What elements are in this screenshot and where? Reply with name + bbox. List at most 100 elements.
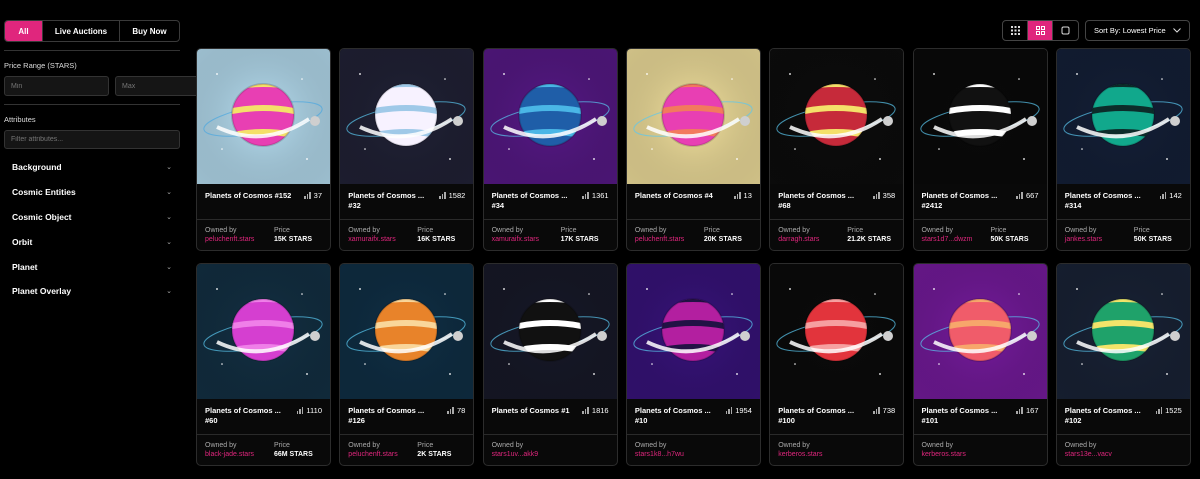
nft-card[interactable]: Planets of Cosmos ... #126 78 Owned by p… bbox=[339, 263, 475, 466]
view-count-value: 1816 bbox=[591, 406, 609, 415]
nft-ownership: Owned by stars1uv...akk9 bbox=[484, 435, 617, 465]
sort-dropdown[interactable]: Sort By: Lowest Price bbox=[1085, 20, 1190, 41]
nft-artwork bbox=[913, 49, 1047, 184]
owned-by-label: Owned by bbox=[1064, 442, 1097, 449]
large-grid-view-button[interactable] bbox=[1028, 21, 1053, 40]
planet-artwork-image bbox=[770, 49, 904, 184]
nft-number: #2412 bbox=[921, 201, 943, 210]
owner-link[interactable]: stars1k8...h7wu bbox=[635, 451, 684, 458]
nft-card[interactable]: Planets of Cosmos ... #2412 667 Owned by… bbox=[912, 48, 1048, 251]
owner-link[interactable]: darragh.stars bbox=[778, 236, 819, 243]
attribute-planet-overlay[interactable]: Planet Overlay ⌄ bbox=[4, 279, 180, 304]
price-value: 21.2K STARS bbox=[847, 236, 892, 243]
view-count-value: 142 bbox=[1169, 191, 1182, 200]
planet-artwork-image bbox=[483, 264, 617, 399]
nft-card[interactable]: Planets of Cosmos ... #60 1110 Owned by … bbox=[196, 263, 331, 466]
owned-by-label: Owned by bbox=[348, 227, 380, 234]
nft-name: Planets of Cosmos #1 bbox=[491, 406, 570, 415]
price-range-label: Price Range (STARS) bbox=[4, 61, 77, 70]
nft-number: #68 bbox=[778, 201, 791, 210]
stats-bars-icon bbox=[304, 192, 311, 199]
price-label: Price bbox=[274, 227, 290, 234]
owner-link[interactable]: peluchenft.stars bbox=[205, 236, 254, 243]
nft-card[interactable]: Planets of Cosmos ... #10 1954 Owned by … bbox=[625, 263, 761, 466]
nft-name: Planets of Cosmos ... bbox=[634, 406, 711, 415]
nft-name: Planets of Cosmos #152 bbox=[205, 191, 292, 200]
owner-link[interactable]: jankes.stars bbox=[1065, 236, 1102, 243]
nft-info: Planets of Cosmos ... #100 738 bbox=[770, 399, 904, 435]
owner-link[interactable]: xamuraifx.stars bbox=[492, 236, 539, 243]
view-count: 13 bbox=[734, 191, 752, 200]
planet-artwork-image bbox=[1056, 49, 1190, 184]
owner-link[interactable]: stars1uv...akk9 bbox=[492, 451, 539, 458]
nft-number: #60 bbox=[205, 416, 218, 425]
nft-card[interactable]: Planets of Cosmos ... #101 167 Owned by … bbox=[912, 263, 1048, 466]
view-count-value: 1110 bbox=[306, 406, 322, 415]
price-min-input[interactable] bbox=[4, 76, 109, 96]
attribute-cosmic-object[interactable]: Cosmic Object ⌄ bbox=[4, 205, 180, 230]
planet-artwork-image bbox=[913, 49, 1047, 184]
small-grid-view-button[interactable] bbox=[1003, 21, 1028, 40]
chevron-down-icon bbox=[1173, 28, 1181, 33]
owner-link[interactable]: black-jade.stars bbox=[205, 451, 254, 458]
attribute-list: Background ⌄ Cosmic Entities ⌄ Cosmic Obje… bbox=[4, 155, 180, 304]
nft-card[interactable]: Planets of Cosmos ... #68 358 Owned by d… bbox=[769, 48, 905, 251]
tab-live-auctions[interactable]: Live Auctions bbox=[43, 21, 120, 41]
chevron-down-icon: ⌄ bbox=[166, 238, 172, 246]
nft-number: #101 bbox=[921, 416, 939, 425]
owner-link[interactable]: kerberos.stars bbox=[778, 451, 822, 458]
stats-bars-icon bbox=[296, 407, 304, 414]
owner-link[interactable]: peluchenft.stars bbox=[635, 236, 684, 243]
nft-info: Planets of Cosmos #4 13 bbox=[626, 184, 760, 220]
attribute-label: Cosmic Entities bbox=[12, 187, 76, 198]
nft-card[interactable]: Planets of Cosmos ... #34 1361 Owned by … bbox=[482, 48, 618, 251]
owner-link[interactable]: stars1d7...dwzm bbox=[922, 236, 973, 243]
view-count-value: 78 bbox=[456, 406, 466, 415]
attribute-label: Background bbox=[12, 162, 62, 173]
price-label: Price bbox=[274, 442, 290, 449]
nft-info: Planets of Cosmos #152 37 bbox=[197, 184, 330, 220]
owner-link[interactable]: peluchenft.stars bbox=[348, 451, 397, 458]
nft-card[interactable]: Planets of Cosmos ... #314 142 Owned by … bbox=[1055, 48, 1191, 251]
attribute-background[interactable]: Background ⌄ bbox=[4, 155, 180, 180]
nft-name: Planets of Cosmos ... bbox=[921, 191, 998, 200]
planet-artwork-image bbox=[340, 264, 474, 399]
planet-artwork-image bbox=[626, 49, 760, 184]
planet-artwork-image bbox=[197, 49, 330, 184]
owned-by-label: Owned by bbox=[634, 442, 667, 449]
tab-buy-now[interactable]: Buy Now bbox=[120, 21, 179, 41]
price-value: 50K STARS bbox=[990, 236, 1029, 243]
divider bbox=[4, 104, 180, 105]
nft-card[interactable]: Planets of Cosmos ... #102 1525 Owned by… bbox=[1055, 263, 1191, 466]
view-count: 37 bbox=[304, 191, 322, 200]
price-value: 16K STARS bbox=[417, 236, 456, 243]
owner-link[interactable]: kerberos.stars bbox=[922, 451, 966, 458]
view-count: 1525 bbox=[1155, 406, 1182, 415]
nft-artwork bbox=[483, 264, 617, 399]
chevron-down-icon: ⌄ bbox=[166, 213, 172, 221]
nft-info: Planets of Cosmos ... #32 1582 bbox=[340, 184, 474, 220]
view-count-value: 167 bbox=[1025, 406, 1039, 415]
view-count: 78 bbox=[447, 406, 465, 415]
nft-name: Planets of Cosmos ... bbox=[205, 406, 281, 415]
attribute-filter-input[interactable] bbox=[4, 130, 180, 149]
nft-card[interactable]: Planets of Cosmos #4 13 Owned by peluche… bbox=[625, 48, 761, 251]
nft-name: Planets of Cosmos ... bbox=[348, 191, 425, 200]
nft-card[interactable]: Planets of Cosmos #1 1816 Owned by stars… bbox=[482, 263, 618, 466]
owned-by-label: Owned by bbox=[491, 442, 524, 449]
tab-all[interactable]: All bbox=[5, 21, 43, 41]
attribute-cosmic-entities[interactable]: Cosmic Entities ⌄ bbox=[4, 180, 180, 205]
planet-artwork-image bbox=[913, 264, 1047, 399]
attribute-planet[interactable]: Planet ⌄ bbox=[4, 254, 180, 279]
single-view-button[interactable] bbox=[1053, 21, 1078, 40]
view-count: 1361 bbox=[582, 191, 609, 200]
nft-ownership: Owned by stars1d7...dwzm Price 50K STARS bbox=[914, 220, 1047, 250]
nft-name: Planets of Cosmos #4 bbox=[634, 191, 713, 200]
nft-card[interactable]: Planets of Cosmos ... #32 1582 Owned by … bbox=[339, 48, 475, 251]
owner-link[interactable]: stars13e...vacv bbox=[1065, 451, 1112, 458]
attribute-orbit[interactable]: Orbit ⌄ bbox=[4, 229, 180, 254]
nft-card[interactable]: Planets of Cosmos #152 37 Owned by peluc… bbox=[196, 48, 331, 251]
nft-name: Planets of Cosmos ... #126 bbox=[348, 406, 425, 425]
owner-link[interactable]: xamuraifx.stars bbox=[348, 236, 395, 243]
nft-card[interactable]: Planets of Cosmos ... #100 738 Owned by … bbox=[769, 263, 905, 466]
